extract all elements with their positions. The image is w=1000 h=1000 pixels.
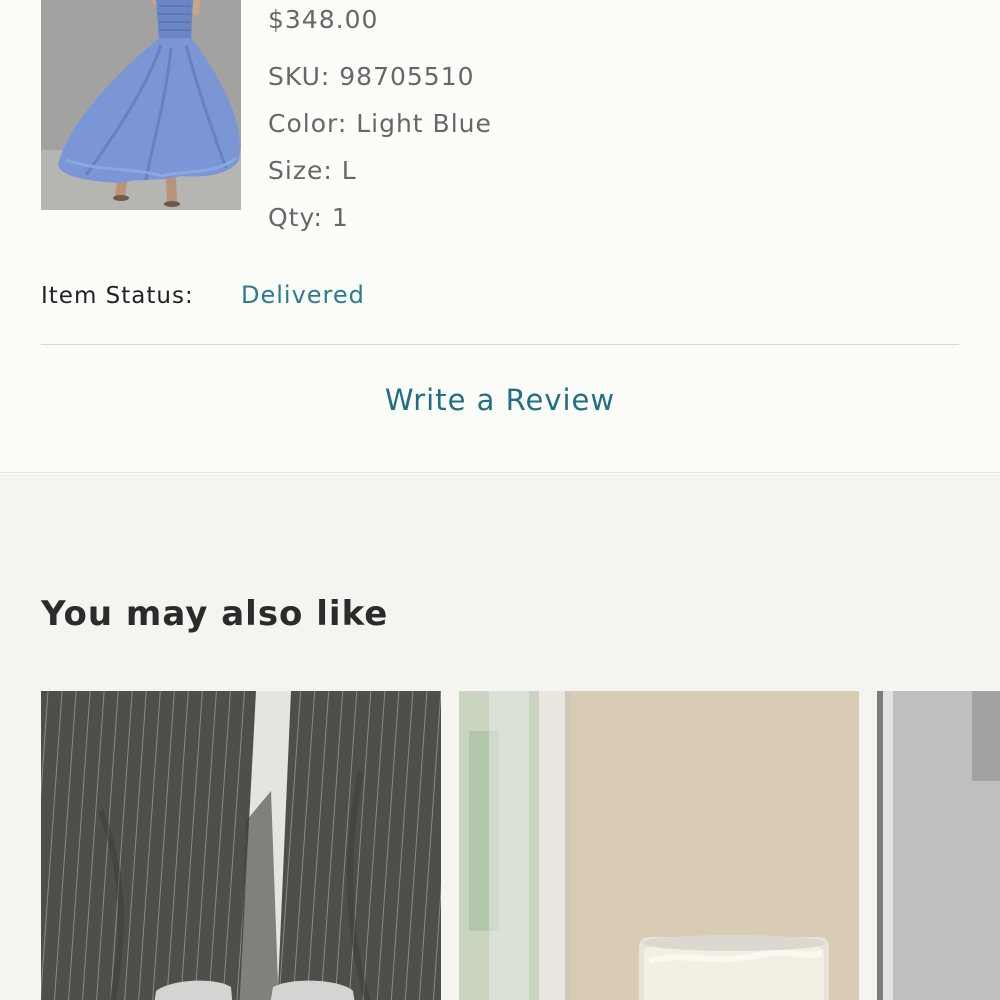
product-image[interactable] (41, 0, 241, 210)
recommendation-card[interactable] (41, 691, 441, 1000)
recommendation-card[interactable] (459, 691, 859, 1000)
recommendations-section: You may also like (0, 474, 1000, 1000)
section-divider (41, 344, 959, 345)
recommendation-image (877, 691, 1000, 1000)
write-review-link[interactable]: Write a Review (0, 383, 1000, 417)
recommendation-image (459, 691, 859, 1000)
item-status-value: Delivered (241, 281, 365, 309)
dress-illustration (41, 0, 241, 210)
order-item-section: $348.00 SKU: 98705510 Color: Light Blue … (0, 0, 1000, 473)
item-sku: SKU: 98705510 (268, 62, 475, 91)
recommendation-card[interactable] (877, 691, 1000, 1000)
recommendation-image (41, 691, 441, 1000)
item-color: Color: Light Blue (268, 109, 492, 138)
item-status-label: Item Status: (41, 283, 194, 309)
item-quantity: Qty: 1 (268, 203, 349, 232)
item-size: Size: L (268, 156, 357, 185)
item-price: $348.00 (268, 5, 379, 34)
recommendations-title: You may also like (41, 594, 389, 634)
